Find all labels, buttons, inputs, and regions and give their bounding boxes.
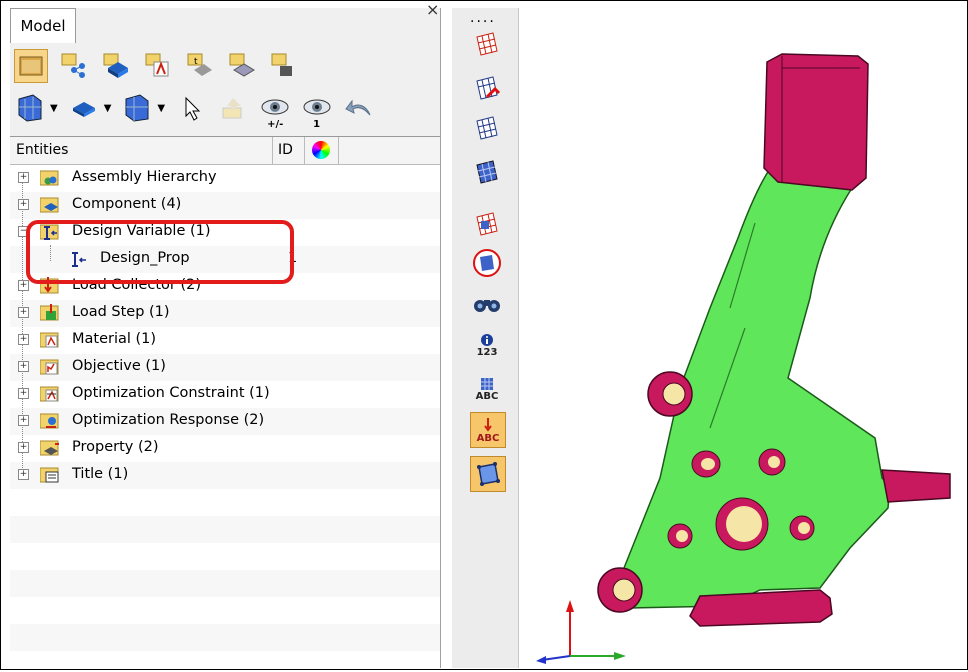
annotation-highlight xyxy=(26,220,294,284)
tree-item-label: Objective (1) xyxy=(72,358,166,374)
expand-icon[interactable]: + xyxy=(18,388,29,399)
element-display-icon[interactable] xyxy=(121,92,153,124)
tree-item-objective[interactable]: + Objective (1) xyxy=(10,354,440,381)
label-mesh-icon[interactable]: ABC xyxy=(470,372,504,406)
property-icon xyxy=(40,440,59,456)
knuckle-model[interactable] xyxy=(520,8,966,668)
svg-text:t: t xyxy=(194,57,198,67)
title-icon xyxy=(40,467,59,483)
mask-icon[interactable] xyxy=(14,92,46,124)
info-id-label: 123 xyxy=(476,346,498,358)
color-wheel-icon[interactable] xyxy=(312,141,330,159)
tree-item-property[interactable]: + Property (2) xyxy=(10,435,440,462)
chevron-down-icon[interactable]: ▼ xyxy=(50,103,58,114)
expand-icon[interactable]: + xyxy=(18,199,29,210)
tree-item-optimization-response[interactable]: + Optimization Response (2) xyxy=(10,408,440,435)
tree-item-load-step[interactable]: + Load Step (1) xyxy=(10,300,440,327)
tree-item-label: Assembly Hierarchy xyxy=(72,169,217,185)
tab-model[interactable]: Model xyxy=(10,8,76,43)
right-arm xyxy=(881,469,951,503)
mesh-delete-icon[interactable] xyxy=(470,72,504,106)
expand-icon[interactable]: + xyxy=(18,361,29,372)
load-step-icon xyxy=(40,304,59,321)
label-load-label: ABC xyxy=(476,432,500,444)
material-icon xyxy=(40,332,59,348)
expand-icon[interactable]: + xyxy=(18,442,29,453)
mesh-solid-icon[interactable] xyxy=(470,156,504,190)
show-hide-icon[interactable]: +/- xyxy=(259,92,291,130)
toolbar-row-1: t xyxy=(14,46,300,86)
tree-item-label: Material (1) xyxy=(72,331,157,347)
component-icon[interactable] xyxy=(100,50,132,82)
property-icon[interactable] xyxy=(226,50,258,82)
mesh-shaded-icon[interactable] xyxy=(470,208,504,242)
assembly-icon xyxy=(40,170,59,186)
select-cursor-icon[interactable] xyxy=(175,92,207,124)
isolate-label: 1 xyxy=(313,119,321,130)
close-icon[interactable]: × xyxy=(426,0,439,19)
tree-item-assembly-hierarchy[interactable]: + Assembly Hierarchy xyxy=(10,165,440,192)
component-display-icon[interactable] xyxy=(68,92,100,124)
show-hide-label: +/- xyxy=(267,119,284,130)
toolbar-row-2: ▼ ▼ ▼ +/- 1 xyxy=(14,88,375,130)
binoculars-icon[interactable] xyxy=(470,286,504,320)
expand-icon[interactable]: + xyxy=(18,469,29,480)
expand-icon[interactable]: + xyxy=(18,172,29,183)
objective-icon xyxy=(40,359,59,375)
mesh-target-icon[interactable] xyxy=(470,246,504,280)
toolbar-grip[interactable]: .... xyxy=(470,10,496,26)
elements-icon[interactable] xyxy=(268,50,300,82)
expand-icon[interactable]: + xyxy=(18,280,29,291)
load-step-icon[interactable]: t xyxy=(184,50,216,82)
chevron-down-icon[interactable]: ▼ xyxy=(104,103,112,114)
undo-icon[interactable] xyxy=(343,92,375,124)
export-icon[interactable] xyxy=(217,92,249,124)
optimization-constraint-icon xyxy=(40,386,59,402)
component-icon xyxy=(40,197,59,213)
tree-item-title[interactable]: + Title (1) xyxy=(10,462,440,489)
assembly-network-icon[interactable] xyxy=(58,50,90,82)
column-entities[interactable]: Entities xyxy=(16,142,68,158)
bottom-flange xyxy=(689,589,833,627)
tree-item-component[interactable]: + Component (4) xyxy=(10,192,440,219)
tree-item-label: Optimization Response (2) xyxy=(72,412,265,428)
graphics-viewport[interactable] xyxy=(520,8,966,668)
chevron-down-icon[interactable]: ▼ xyxy=(157,103,165,114)
tree-item-material[interactable]: + Material (1) xyxy=(10,327,440,354)
mesh-edit-icon[interactable] xyxy=(470,112,504,146)
tree-item-label: Load Step (1) xyxy=(72,304,170,320)
expand-icon[interactable]: + xyxy=(18,307,29,318)
tree-item-optimization-constraint[interactable]: + Optimization Constraint (1) xyxy=(10,381,440,408)
tree-item-label: Property (2) xyxy=(72,439,159,455)
info-id-icon[interactable]: 123 xyxy=(470,328,504,362)
label-load-icon[interactable]: ABC xyxy=(470,412,506,448)
entity-list-header: Entities ID xyxy=(10,137,440,165)
tree-item-label: Optimization Constraint (1) xyxy=(72,385,270,401)
tree-item-label: Title (1) xyxy=(72,466,129,482)
mesh-icon[interactable] xyxy=(470,28,504,62)
material-icon[interactable] xyxy=(142,50,174,82)
column-id[interactable]: ID xyxy=(278,142,293,158)
expand-icon[interactable]: + xyxy=(18,415,29,426)
isolate-icon[interactable]: 1 xyxy=(301,92,333,130)
entity-browser: Entities ID + Assembly Hierarchy + Compo… xyxy=(10,136,440,669)
top-boss xyxy=(763,53,869,191)
optimization-response-icon xyxy=(40,413,59,429)
expand-icon[interactable]: + xyxy=(18,334,29,345)
element-quality-icon[interactable] xyxy=(470,456,506,492)
model-view-icon[interactable] xyxy=(14,49,48,83)
tree-item-label: Component (4) xyxy=(72,196,182,212)
label-mesh-label: ABC xyxy=(475,390,499,402)
